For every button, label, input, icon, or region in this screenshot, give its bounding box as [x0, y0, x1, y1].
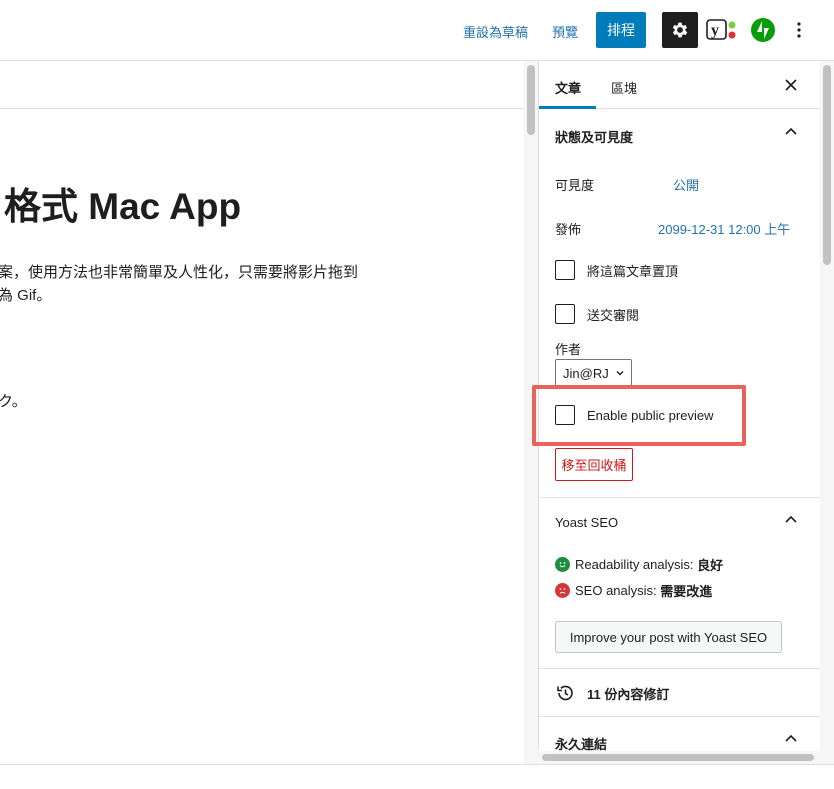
paragraph-block[interactable]: 為 Gif。: [0, 284, 51, 305]
svg-text:y: y: [711, 22, 719, 39]
sidebar-scrollbar-thumb[interactable]: [823, 65, 831, 265]
yoast-panel-toggle[interactable]: Yoast SEO: [539, 498, 820, 546]
sticky-checkbox[interactable]: [555, 260, 575, 280]
editor-header: 重設為草稿 預覽 排程 y: [0, 0, 834, 61]
sidebar-tabs: 文章 區塊: [539, 61, 820, 109]
settings-sidebar: 文章 區塊 狀態及可見度 可見度 公開 發佈 2099-12-31 12:00 …: [538, 61, 820, 751]
paragraph-block[interactable]: ク。: [0, 390, 27, 411]
sidebar-horizontal-scrollbar[interactable]: [538, 751, 834, 764]
panel-divider: [539, 668, 820, 669]
more-options-button[interactable]: [786, 16, 812, 44]
readability-analysis: Readability analysis: 良好: [555, 554, 723, 574]
jetpack-icon: [751, 18, 775, 42]
seo-analysis: SEO analysis: 需要改進: [555, 580, 712, 600]
revert-to-draft-button[interactable]: 重設為草稿: [463, 22, 528, 41]
editor-scrollbar-thumb[interactable]: [527, 65, 535, 135]
settings-button[interactable]: [662, 12, 698, 48]
horizontal-scrollbar-thumb[interactable]: [542, 754, 814, 761]
yoast-icon: y: [706, 19, 736, 40]
readability-label: Readability analysis:: [575, 556, 694, 572]
editor-toolbar-divider: [0, 108, 524, 109]
sticky-checkbox-row[interactable]: 將這篇文章置頂: [555, 259, 678, 281]
close-icon: [785, 79, 797, 91]
readability-score: 良好: [697, 557, 724, 573]
chevron-up-icon: [785, 734, 797, 742]
author-select-value: Jin@RJ: [563, 365, 609, 381]
chevron-up-icon: [785, 127, 797, 135]
panel-title: 永久連結: [555, 737, 608, 751]
revisions-label: 11 份內容修訂: [587, 686, 670, 702]
permalink-panel-toggle[interactable]: 永久連結: [539, 717, 820, 751]
chevron-down-icon: [616, 371, 624, 376]
yoast-button[interactable]: y: [706, 17, 738, 43]
sad-face-icon: [555, 582, 570, 598]
gear-icon: [672, 22, 688, 38]
jetpack-button[interactable]: [751, 18, 775, 42]
move-to-trash-button[interactable]: 移至回收桶: [555, 448, 633, 481]
more-vertical-icon: [797, 22, 801, 38]
sidebar-scrollbar[interactable]: [820, 61, 834, 751]
tab-block[interactable]: 區塊: [611, 78, 637, 97]
close-sidebar-button[interactable]: [779, 73, 803, 97]
publish-label: 發佈: [555, 222, 582, 237]
revisions-link[interactable]: 11 份內容修訂: [555, 682, 669, 704]
status-visibility-panel-toggle[interactable]: 狀態及可見度: [539, 110, 820, 158]
author-label: 作者: [555, 342, 582, 357]
seo-score: 需要改進: [660, 583, 713, 599]
active-tab-indicator: [539, 106, 596, 109]
pending-review-checkbox-label: 送交審閱: [587, 307, 640, 323]
sticky-checkbox-label: 將這篇文章置頂: [587, 263, 679, 279]
public-preview-checkbox[interactable]: [555, 405, 575, 425]
public-preview-checkbox-label: Enable public preview: [587, 407, 714, 423]
visibility-label: 可見度: [555, 178, 595, 193]
smiley-face-icon: [555, 556, 570, 572]
visibility-toggle[interactable]: 公開: [673, 175, 699, 194]
pending-review-checkbox[interactable]: [555, 304, 575, 324]
public-preview-checkbox-row[interactable]: Enable public preview: [555, 404, 713, 426]
post-title[interactable]: 格式 Mac App: [4, 176, 241, 230]
editor-scrollbar[interactable]: [524, 61, 538, 764]
improve-post-yoast-button[interactable]: Improve your post with Yoast SEO: [555, 621, 782, 653]
editor-canvas[interactable]: 格式 Mac App 案，使用方法也非常簡單及人性化，只需要將影片拖到 為 Gi…: [0, 61, 524, 764]
schedule-button[interactable]: 排程: [596, 12, 646, 48]
panel-title: 狀態及可見度: [555, 130, 634, 145]
seo-label: SEO analysis:: [575, 582, 657, 598]
bottom-divider: [0, 764, 834, 765]
publish-date-toggle[interactable]: 2099-12-31 12:00 上午: [658, 219, 790, 238]
panel-title: Yoast SEO: [555, 515, 619, 530]
author-select[interactable]: Jin@RJ: [555, 359, 632, 387]
paragraph-block[interactable]: 案，使用方法也非常簡單及人性化，只需要將影片拖到: [0, 261, 358, 282]
chevron-up-icon: [785, 515, 797, 523]
preview-button[interactable]: 預覽: [552, 22, 578, 41]
pending-review-checkbox-row[interactable]: 送交審閱: [555, 303, 639, 325]
history-icon: [557, 685, 573, 701]
tab-post[interactable]: 文章: [555, 78, 581, 97]
